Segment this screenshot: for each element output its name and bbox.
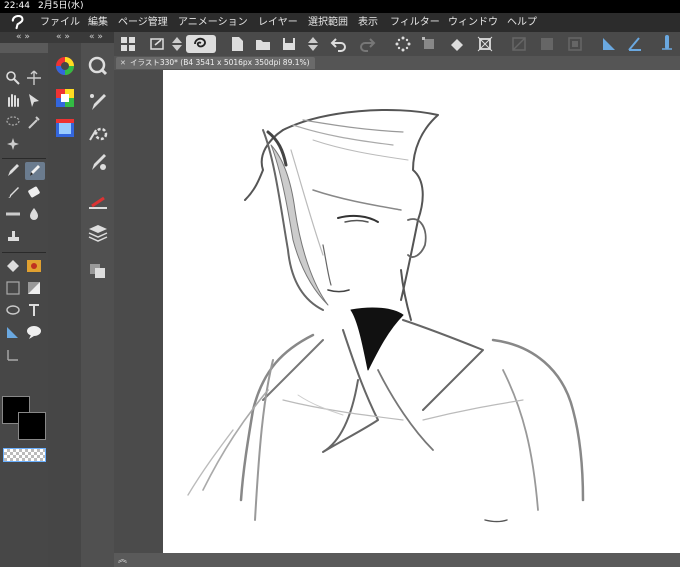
shape-icon[interactable]: [25, 280, 45, 298]
gradient-icon[interactable]: [25, 258, 45, 276]
menu-help[interactable]: ヘルプ: [507, 13, 537, 32]
layer-property-icon[interactable]: [86, 258, 110, 282]
updown-icon-2[interactable]: [304, 35, 322, 53]
bottom-bar: ︽: [114, 553, 680, 567]
menu-file[interactable]: ファイル: [40, 13, 80, 32]
menu-selection[interactable]: 選択範囲: [308, 13, 348, 32]
tool-palette: « »: [0, 32, 48, 567]
frame-icon[interactable]: [4, 280, 24, 298]
brush-icon[interactable]: [4, 184, 24, 202]
disabled-icon-2[interactable]: [538, 35, 556, 53]
correction-icon[interactable]: [4, 346, 24, 364]
eyedropper-icon[interactable]: [25, 114, 45, 132]
command-bar: [114, 32, 680, 57]
illustration-sketch: [187, 109, 585, 523]
color-wheel-icon[interactable]: [53, 54, 77, 78]
menu-filter[interactable]: フィルター: [390, 13, 440, 32]
menu-view[interactable]: 表示: [358, 13, 378, 32]
transform-icon[interactable]: [420, 35, 438, 53]
tool-palette-header[interactable]: « »: [0, 32, 48, 43]
export-icon[interactable]: [148, 35, 166, 53]
object-select-icon[interactable]: [25, 92, 45, 110]
redo-icon[interactable]: [358, 35, 376, 53]
chevron-up-icon[interactable]: ︽: [118, 554, 127, 566]
close-icon[interactable]: ✕: [120, 57, 126, 69]
new-page-icon[interactable]: [228, 35, 246, 53]
move-icon[interactable]: [25, 70, 45, 88]
crop-icon[interactable]: [476, 35, 494, 53]
drawing-canvas[interactable]: [163, 70, 680, 553]
color-history-icon[interactable]: [53, 116, 77, 140]
sub-tool-settings-icon[interactable]: [86, 120, 110, 144]
eraser-icon[interactable]: [25, 184, 45, 202]
sub-tool-column: « »: [81, 32, 114, 567]
menu-edit[interactable]: 編集: [88, 13, 108, 32]
fill-icon[interactable]: [448, 35, 466, 53]
pen-icon[interactable]: [4, 162, 24, 180]
tool-divider: [2, 158, 46, 159]
text-icon[interactable]: [4, 302, 24, 320]
menu-bar: ファイル 編集 ページ管理 アニメーション レイヤー 選択範囲 表示 フィルター…: [0, 13, 680, 32]
zoom-icon[interactable]: [4, 70, 24, 88]
grid-icon[interactable]: [119, 35, 137, 53]
save-icon[interactable]: [280, 35, 298, 53]
document-tab-title: イラスト330* (B4 3541 x 5016px 350dpi 89.1%): [130, 58, 310, 67]
color-palette-header[interactable]: « »: [48, 32, 81, 43]
document-tab-bar: ✕ イラスト330* (B4 3541 x 5016px 350dpi 89.1…: [114, 56, 680, 70]
sub-tool-header[interactable]: « »: [81, 32, 114, 43]
sparkle-icon[interactable]: [4, 136, 24, 154]
menu-page[interactable]: ページ管理: [118, 13, 168, 32]
status-bar: 22:44 2月5日(水): [0, 0, 680, 13]
hand-icon[interactable]: [4, 92, 24, 110]
transparent-color-swatch[interactable]: [3, 448, 46, 462]
sub-color-swatch[interactable]: [18, 412, 46, 440]
sub-tool-1-icon[interactable]: [86, 90, 110, 114]
undo-icon[interactable]: [330, 35, 348, 53]
blend-icon[interactable]: [25, 206, 45, 224]
brush-size-icon[interactable]: [86, 190, 110, 214]
canvas-area[interactable]: [114, 70, 680, 553]
lasso-icon[interactable]: [4, 114, 24, 132]
app-logo-icon[interactable]: [10, 15, 25, 30]
angle-icon[interactable]: [626, 35, 644, 53]
status-time: 22:44: [4, 1, 30, 11]
disabled-icon[interactable]: [510, 35, 528, 53]
open-folder-icon[interactable]: [254, 35, 272, 53]
ruler-icon[interactable]: [600, 35, 618, 53]
menu-animation[interactable]: アニメーション: [178, 13, 248, 32]
color-palette-column: « »: [48, 32, 81, 567]
tool-tabs[interactable]: [0, 43, 48, 53]
text-tool-icon[interactable]: [25, 302, 45, 320]
loading-icon[interactable]: [394, 35, 412, 53]
disabled-icon-3[interactable]: [566, 35, 584, 53]
layers-icon[interactable]: [86, 220, 110, 244]
status-date: 2月5日(水): [38, 1, 84, 11]
updown-icon[interactable]: [168, 35, 186, 53]
menu-layer[interactable]: レイヤー: [258, 13, 298, 32]
pencil-icon[interactable]: [25, 162, 45, 180]
quick-access-icon[interactable]: [86, 54, 110, 78]
tool-divider: [2, 252, 46, 253]
speech-balloon-icon[interactable]: [25, 324, 45, 342]
menu-window[interactable]: ウィンドウ: [448, 13, 498, 32]
pen-pressure-icon[interactable]: [658, 35, 676, 53]
ruler-icon[interactable]: [4, 324, 24, 342]
app-logo-button[interactable]: [186, 35, 216, 53]
stamp-icon[interactable]: [4, 228, 24, 246]
document-tab[interactable]: ✕ イラスト330* (B4 3541 x 5016px 350dpi 89.1…: [116, 57, 315, 69]
sub-tool-3-icon[interactable]: [86, 150, 110, 174]
color-set-icon[interactable]: [53, 86, 77, 110]
fill-icon[interactable]: [4, 258, 24, 276]
line-icon[interactable]: [4, 206, 24, 224]
